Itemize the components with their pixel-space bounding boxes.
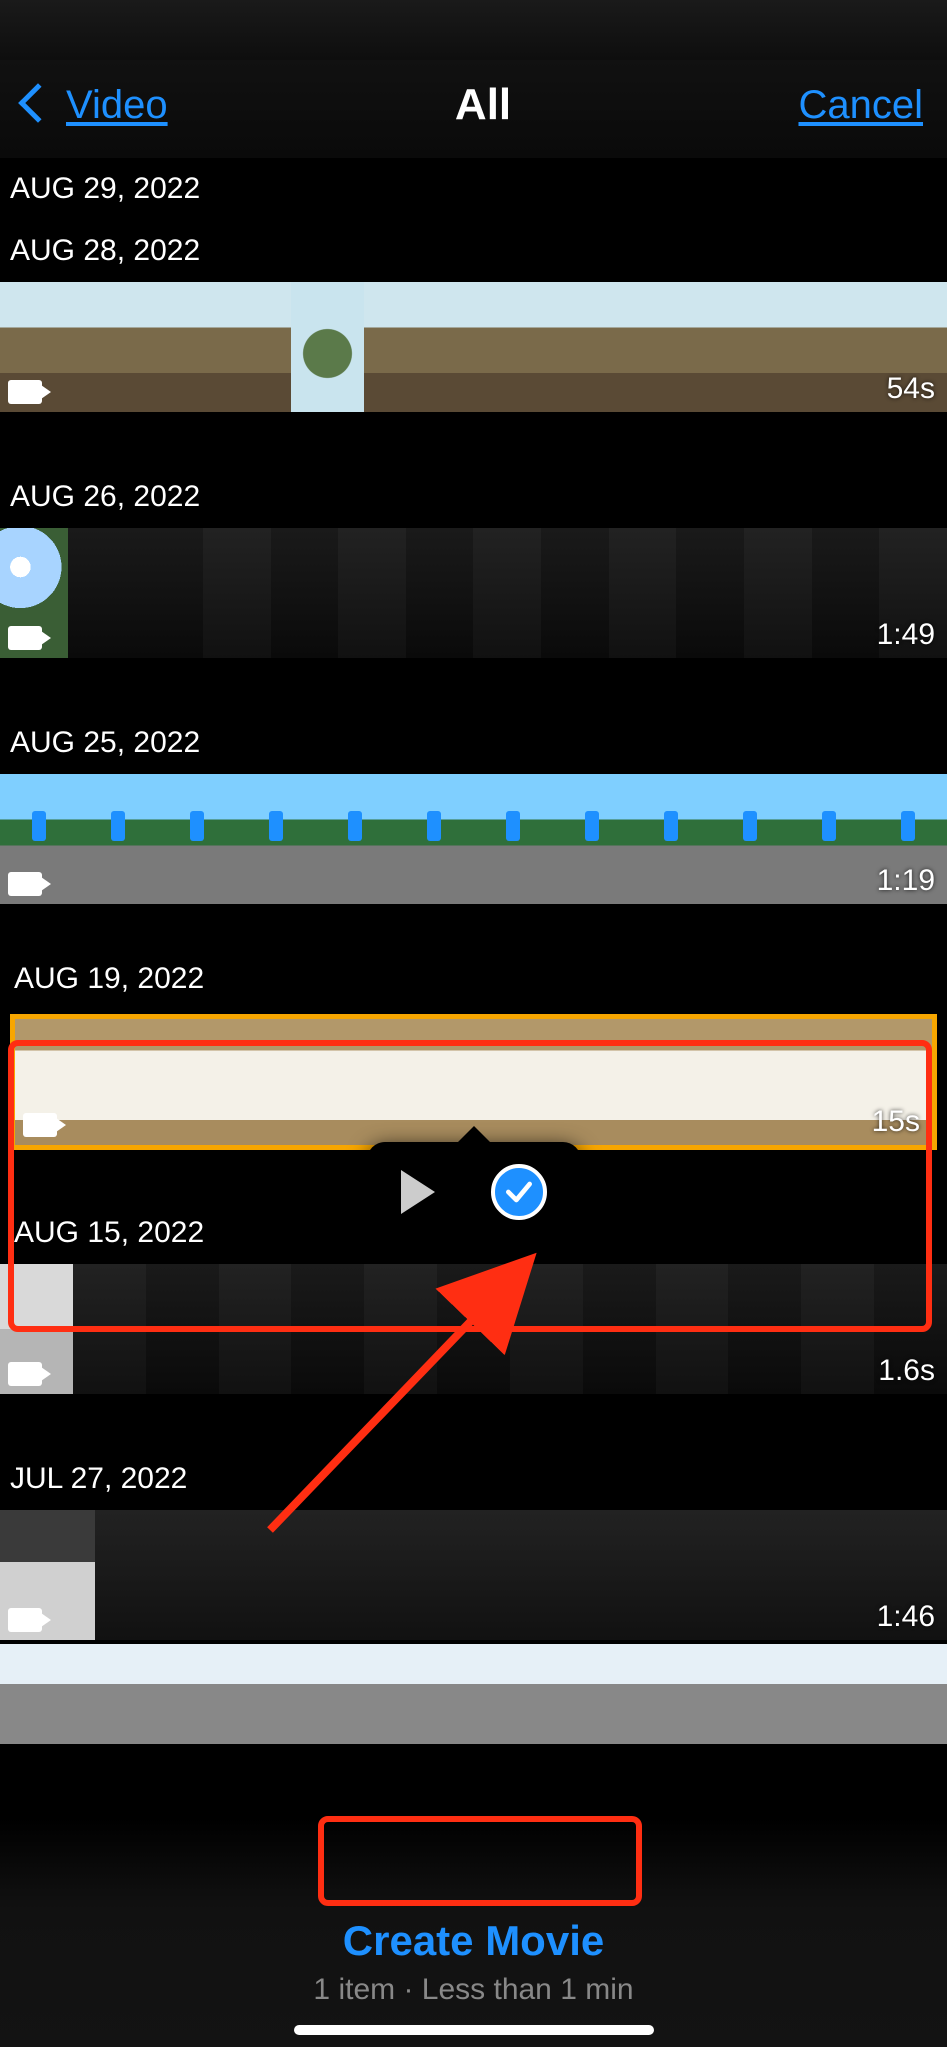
date-header: AUG 26, 2022 [0, 466, 947, 528]
date-header: JUL 27, 2022 [0, 1448, 947, 1510]
video-thumbnail-strip[interactable]: 1:46 [0, 1510, 947, 1640]
video-thumbnail-strip[interactable] [0, 1644, 947, 1744]
duration-label: 54s [887, 372, 935, 406]
selection-summary: 1 item · Less than 1 min [313, 1973, 633, 2007]
date-header: AUG 25, 2022 [0, 712, 947, 774]
video-icon [8, 1608, 42, 1632]
video-icon [8, 872, 42, 896]
video-icon [8, 1362, 42, 1386]
back-label: Video [66, 83, 168, 128]
video-icon [23, 1113, 57, 1137]
duration-label: 1:46 [877, 1600, 935, 1634]
section-aug-25: AUG 25, 2022 1:19 [0, 712, 947, 904]
section-aug-15: AUG 15, 2022 1.6s [0, 1202, 947, 1394]
video-thumbnail-strip[interactable]: 1.6s [0, 1264, 947, 1394]
create-movie-button[interactable]: Create Movie [343, 1917, 604, 1965]
duration-label: 1:49 [877, 618, 935, 652]
home-indicator[interactable] [294, 2025, 654, 2035]
date-header: AUG 28, 2022 [0, 220, 947, 282]
bottom-toolbar: Create Movie 1 item · Less than 1 min [0, 1817, 947, 2047]
video-thumbnail-strip[interactable]: 1:49 [0, 528, 947, 658]
date-header: AUG 19, 2022 [0, 948, 947, 1010]
section-aug-28: AUG 28, 2022 54s [0, 220, 947, 412]
chevron-left-icon [18, 83, 58, 123]
navigation-bar: Video All Cancel [0, 60, 947, 158]
video-thumbnail-strip[interactable]: 54s [0, 282, 947, 412]
duration-label: 1.6s [878, 1354, 935, 1388]
back-button[interactable]: Video [24, 83, 168, 128]
section-jul-27: JUL 27, 2022 1:46 [0, 1448, 947, 1744]
section-aug-26: AUG 26, 2022 1:49 [0, 466, 947, 658]
status-bar [0, 0, 947, 60]
section-aug-19: AUG 19, 2022 15s [0, 948, 947, 1154]
video-icon [8, 626, 42, 650]
duration-label: 15s [872, 1105, 920, 1139]
date-header: AUG 15, 2022 [0, 1202, 947, 1264]
cancel-button[interactable]: Cancel [798, 83, 923, 128]
page-title: All [455, 80, 511, 130]
date-header: AUG 29, 2022 [0, 158, 947, 220]
video-icon [8, 380, 42, 404]
duration-label: 1:19 [877, 864, 935, 898]
video-thumbnail-strip[interactable]: 1:19 [0, 774, 947, 904]
section-aug-29: AUG 29, 2022 [0, 158, 947, 220]
